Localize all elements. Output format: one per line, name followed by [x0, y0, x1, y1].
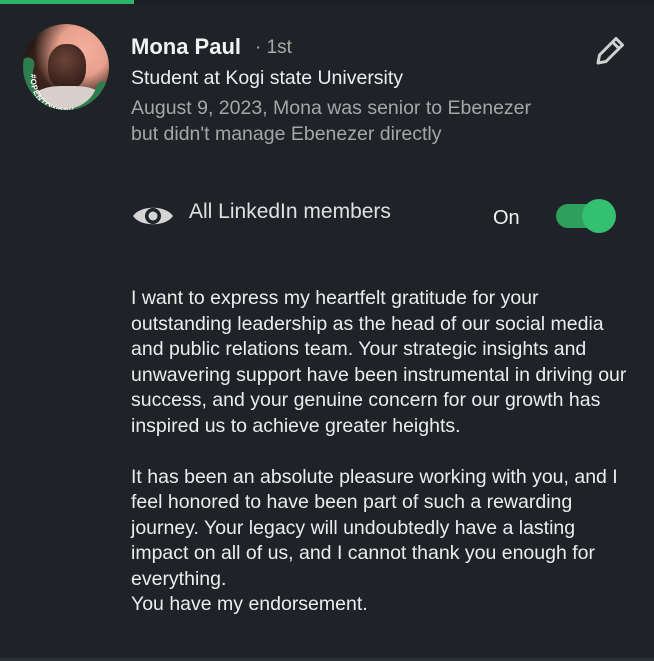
recommendation-card: #OPENTOWORK Mona Paul · 1st Student at K… [0, 4, 654, 658]
visibility-label: All LinkedIn members [189, 200, 391, 223]
relationship-description: August 9, 2023, Mona was senior to Ebene… [131, 97, 531, 145]
toggle-state-label: On [493, 207, 520, 229]
recommender-headline: Student at Kogi state University [131, 67, 404, 89]
connection-degree: · 1st [255, 37, 292, 58]
visibility-toggle[interactable] [556, 199, 616, 233]
eye-icon [133, 207, 173, 225]
message-paragraph-1: I want to express my heartfelt gratitude… [131, 287, 627, 437]
message-closing: You have my endorsement. [131, 593, 368, 615]
recommender-name[interactable]: Mona Paul [131, 34, 241, 60]
message-paragraph-2: It has been an absolute pleasure working… [131, 465, 631, 618]
pencil-icon[interactable] [589, 30, 631, 72]
avatar[interactable]: #OPENTOWORK [23, 24, 109, 110]
toggle-thumb [582, 199, 616, 233]
recommendation-message: I want to express my heartfelt gratitude… [131, 286, 631, 618]
message-paragraph-2-text: It has been an absolute pleasure working… [131, 465, 618, 590]
open-to-work-badge: #OPENTOWORK [23, 57, 109, 110]
